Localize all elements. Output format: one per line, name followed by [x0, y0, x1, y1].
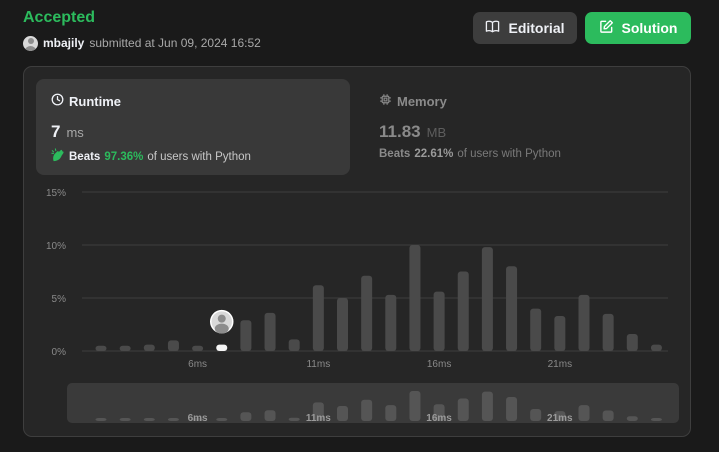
y-tick-label: 15%: [46, 188, 66, 199]
chart-bar[interactable]: [626, 334, 638, 351]
submitted-text: submitted at Jun 09, 2024 16:52: [89, 36, 261, 50]
chart-bar[interactable]: [433, 291, 445, 351]
highlighted-bar[interactable]: [216, 344, 228, 351]
x-tick-label: 16ms: [427, 359, 451, 370]
overview-bar: [167, 418, 179, 421]
stats-panel: Runtime 7 ms Beats 97.36% of users with …: [23, 66, 691, 437]
overview-bar: [650, 418, 662, 421]
chart-bar[interactable]: [192, 345, 204, 351]
overview-tick-label: 11ms: [306, 413, 331, 424]
chart-bar[interactable]: [95, 345, 107, 351]
avatar-body-icon: [214, 323, 229, 334]
chart-bar[interactable]: [288, 339, 300, 351]
avatar[interactable]: [23, 35, 38, 51]
overview-bar: [626, 416, 638, 421]
chart-bar[interactable]: [506, 266, 518, 351]
chart-bar[interactable]: [409, 245, 421, 351]
runtime-distribution-chart[interactable]: 15% 10% 5% 0% 6ms 11ms 16ms 21ms 6ms 11ms 16ms 21ms: [24, 67, 690, 436]
chart-bar[interactable]: [264, 312, 276, 351]
overview-tick-label: 21ms: [547, 413, 573, 424]
chart-bar[interactable]: [312, 285, 324, 351]
overview-bar: [119, 418, 131, 421]
chart-bar[interactable]: [119, 345, 131, 351]
username[interactable]: mbajily: [43, 36, 84, 50]
chart-bar[interactable]: [602, 313, 614, 351]
y-tick-label: 10%: [46, 241, 66, 252]
overview-bar: [216, 418, 228, 421]
edit-icon: [599, 19, 614, 37]
avatar-head-icon: [217, 314, 226, 323]
overview-bar: [288, 417, 300, 421]
overview-bar: [385, 405, 397, 421]
chart-bar[interactable]: [240, 320, 252, 351]
y-tick-label: 0%: [52, 347, 67, 358]
chart-bar[interactable]: [143, 344, 155, 351]
chart-bar[interactable]: [337, 298, 348, 351]
overview-bar: [481, 391, 493, 421]
overview-bar: [240, 412, 252, 421]
chart-bar[interactable]: [578, 294, 590, 351]
solution-label: Solution: [621, 20, 678, 36]
overview-tick-label: 6ms: [188, 413, 208, 424]
solution-button[interactable]: Solution: [585, 12, 691, 44]
overview-bar: [457, 398, 469, 421]
chart-bar[interactable]: [650, 344, 662, 351]
chart-bar[interactable]: [457, 271, 469, 352]
overview-bar: [409, 391, 421, 421]
submitter-row: mbajily submitted at Jun 09, 2024 16:52: [23, 35, 261, 51]
x-tick-label: 6ms: [188, 359, 207, 370]
overview-bar: [530, 409, 542, 421]
book-icon: [485, 19, 500, 37]
chart-bar[interactable]: [361, 275, 373, 351]
overview-bar: [506, 397, 518, 421]
overview-bar: [95, 418, 107, 421]
x-tick-label: 11ms: [306, 359, 330, 370]
chart-bar[interactable]: [481, 247, 493, 351]
status-title: Accepted: [23, 9, 96, 26]
editorial-label: Editorial: [508, 20, 565, 36]
y-tick-label: 5%: [52, 294, 67, 305]
overview-bar: [578, 405, 590, 421]
overview-bar: [264, 410, 276, 421]
chart-bar[interactable]: [554, 316, 566, 351]
overview-bar: [337, 406, 348, 421]
overview-bar: [143, 418, 155, 421]
overview-bar: [602, 410, 614, 421]
chart-bar[interactable]: [530, 308, 542, 351]
editorial-button[interactable]: Editorial: [473, 12, 577, 44]
overview-tick-label: 16ms: [426, 413, 452, 424]
x-tick-label: 21ms: [548, 359, 572, 370]
chart-bar[interactable]: [167, 340, 179, 351]
overview-bar: [361, 399, 373, 421]
chart-bar[interactable]: [385, 294, 397, 351]
